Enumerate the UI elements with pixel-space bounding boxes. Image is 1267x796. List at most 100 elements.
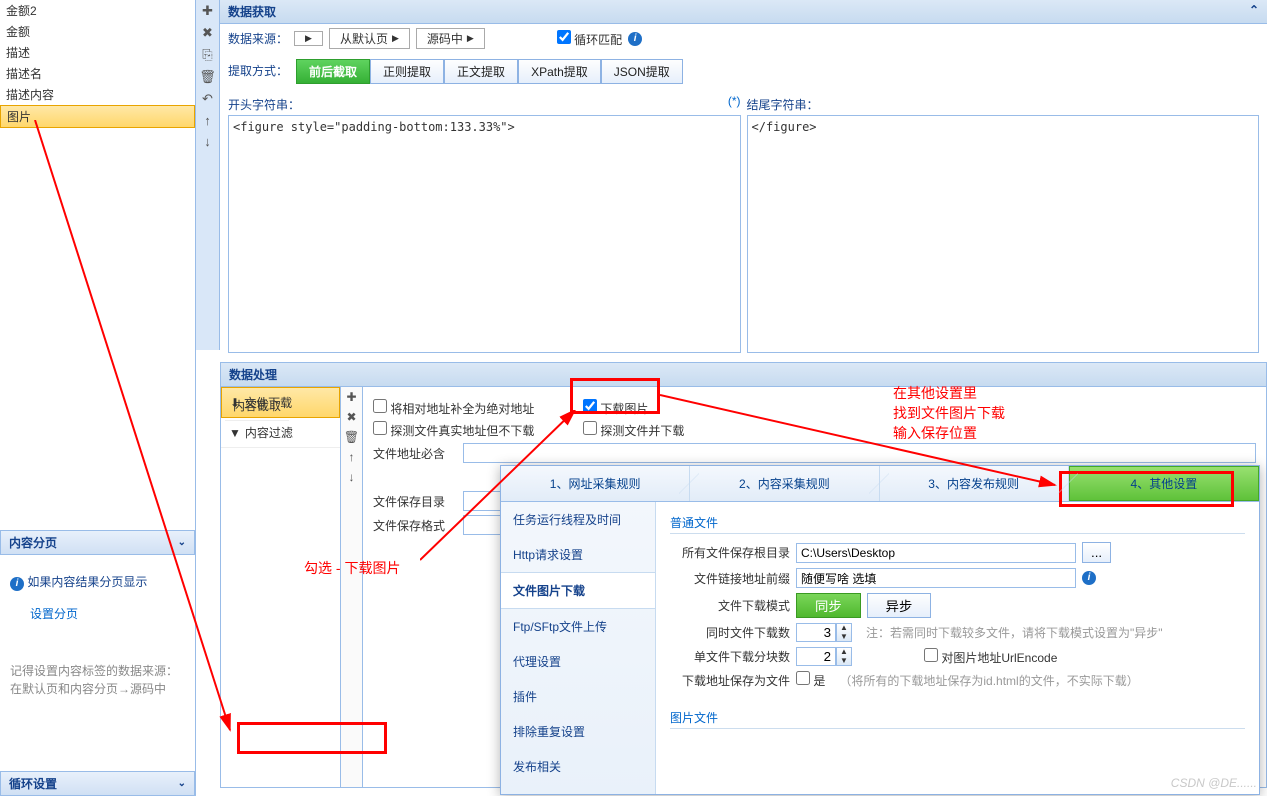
step-1[interactable]: 1、网址采集规则 [501,466,690,501]
info-icon: i [10,577,24,591]
annotation-check-download: 勾选 - 下载图片 [304,558,400,578]
field-item[interactable]: 金额 [0,21,195,42]
data-extract-title: 数据获取 [228,3,276,20]
tab-regex[interactable]: 正则提取 [370,59,444,84]
concurrent-label: 同时文件下载数 [670,624,790,641]
dialog-main: 普通文件 所有文件保存根目录 ... 文件链接地址前缀 i 文件下载模式 同步 … [656,502,1259,794]
extract-editors: 开头字符串： (*) <figure style="padding-bottom:… [220,88,1267,362]
browse-button[interactable]: ... [1082,542,1111,563]
async-button[interactable]: 异步 [867,593,932,618]
down-icon[interactable]: ↓ [196,131,219,152]
down-icon[interactable]: ↓ [341,467,362,487]
delete-icon[interactable]: ✖ [341,407,362,427]
step-2[interactable]: 2、内容采集规则 [690,466,879,501]
undo-icon[interactable]: ↶ [196,88,219,110]
side-http[interactable]: Http请求设置 [501,537,655,572]
loop-settings-title: 循环设置 [9,775,57,792]
side-plugin[interactable]: 插件 [501,679,655,714]
end-label: 结尾字符串： [747,94,1260,115]
source-crumb-2[interactable]: 源码中 ▶ [416,28,485,49]
process-list: 内容截取 ⬇文件下载 ▼内容过滤 .proc-list .proc-item:f… [221,387,341,787]
side-file-download[interactable]: 文件图片下载 [501,572,655,609]
left-panel: 金额2 金额 描述 描述名 描述内容 图片 内容分页 ⌄ i 如果内容结果分页显… [0,0,196,796]
source-label: 数据来源： [228,30,288,47]
start-col: 开头字符串： (*) <figure style="padding-bottom:… [228,94,741,356]
tab-xpath[interactable]: XPath提取 [518,59,601,84]
side-proxy[interactable]: 代理设置 [501,644,655,679]
step-3[interactable]: 3、内容发布规则 [880,466,1069,501]
group-image-file: 图片文件 [670,707,1245,729]
tab-before-after[interactable]: 前后截取 [296,59,370,84]
extract-tabs: 前后截取 正则提取 正文提取 XPath提取 JSON提取 [296,59,683,84]
start-label: 开头字符串： [228,94,300,115]
info-icon[interactable]: i [1082,571,1096,585]
cb-abs-addr[interactable]: 将相对地址补全为绝对地址 [373,399,573,417]
trash-icon[interactable]: 🗑 [341,427,362,447]
loop-match-checkbox[interactable]: 循环匹配 [557,30,622,48]
step-4-active[interactable]: 4、其他设置 [1069,466,1259,501]
addr-contain-input[interactable] [463,443,1256,463]
link-prefix-input[interactable] [796,568,1076,588]
up-icon[interactable]: ↑ [196,110,219,131]
cb-detect-dl[interactable]: 探测文件并下载 [583,421,684,439]
save-as-file-checkbox[interactable]: 是 [796,671,825,689]
copy-icon[interactable]: ⎘ [196,44,219,66]
loop-settings: 循环设置 ⌄ [0,771,195,796]
tab-body[interactable]: 正文提取 [444,59,518,84]
concurrent-spinner[interactable]: ▲▼ [796,623,852,642]
side-ftp[interactable]: Ftp/SFtp文件上传 [501,609,655,644]
field-item[interactable]: 金额2 [0,0,195,21]
info-icon[interactable]: i [628,32,642,46]
up-icon[interactable]: ↑ [341,447,362,467]
urlencode-checkbox[interactable]: 对图片地址UrlEncode [924,648,1057,666]
star-link[interactable]: (*) [728,94,741,115]
save-root-input[interactable] [796,543,1076,563]
end-string-input[interactable]: </figure> [747,115,1260,353]
settings-dialog: 1、网址采集规则 2、内容采集规则 3、内容发布规则 4、其他设置 任务运行线程… [500,465,1260,795]
spin-down-icon[interactable]: ▼ [837,657,851,666]
add-icon[interactable]: ✚ [341,387,362,407]
side-dedup[interactable]: 排除重复设置 [501,714,655,749]
loop-settings-header[interactable]: 循环设置 ⌄ [0,771,195,796]
cb-download-image[interactable]: 下载图片 [583,399,648,417]
sync-button[interactable]: 同步 [796,593,861,618]
set-pagination-link[interactable]: 设置分页 [30,605,78,622]
field-item-selected[interactable]: 图片 [0,105,195,128]
proc-item-content-cut-top[interactable]: 内容截取 [225,391,289,421]
chunks-spinner[interactable]: ▲▼ [796,647,852,666]
source-crumb-1[interactable]: 从默认页 ▶ [329,28,410,49]
extract-method-row: 提取方式： 前后截取 正则提取 正文提取 XPath提取 JSON提取 [220,53,1267,88]
data-source-row: 数据来源： ▶ 从默认页 ▶ 源码中 ▶ 循环匹配 i [220,24,1267,53]
chunks-input[interactable] [796,647,836,666]
delete-icon[interactable]: ✖ [196,22,219,44]
dialog-sidebar: 任务运行线程及时间 Http请求设置 文件图片下载 Ftp/SFtp文件上传 代… [501,502,656,794]
trash-icon[interactable]: 🗑 [196,66,219,88]
start-string-input[interactable]: <figure style="padding-bottom:133.33%"> [228,115,741,353]
tri-icon: ▶ [392,33,399,44]
field-list: 金额2 金额 描述 描述名 描述内容 图片 [0,0,195,128]
spin-down-icon[interactable]: ▼ [837,633,851,642]
collapse-icon[interactable]: ⌄ [178,537,186,548]
content-pagination-header[interactable]: 内容分页 ⌄ [0,530,195,555]
dialog-body: 任务运行线程及时间 Http请求设置 文件图片下载 Ftp/SFtp文件上传 代… [501,502,1259,794]
add-icon[interactable]: ✚ [196,0,219,22]
cb-detect-nodl[interactable]: 探测文件真实地址但不下载 [373,421,573,439]
tri-icon: ▶ [305,33,312,44]
collapse-icon[interactable]: ⌃ [1249,3,1259,20]
concurrent-note: 注：若需同时下载较多文件，请将下载模式设置为"异步" [866,624,1163,641]
annotation-other-settings: 在其他设置里 找到文件图片下载 输入保存位置 [893,383,1005,443]
concurrent-input[interactable] [796,623,836,642]
collapse-icon[interactable]: ⌄ [178,778,186,789]
pagination-hint: 记得设置内容标签的数据来源： 在默认页和内容分页→源码中 [10,662,185,698]
side-thread-time[interactable]: 任务运行线程及时间 [501,502,655,537]
tab-json[interactable]: JSON提取 [601,59,683,84]
side-publish[interactable]: 发布相关 [501,749,655,784]
proc-item-content-filter[interactable]: ▼内容过滤 [221,418,340,448]
vertical-toolbar: ✚ ✖ ⎘ 🗑 ↶ ↑ ↓ [196,0,220,350]
field-item[interactable]: 描述 [0,42,195,63]
extract-label: 提取方式： [228,62,288,79]
field-item[interactable]: 描述名 [0,63,195,84]
source-crumb-root[interactable]: ▶ [294,31,323,46]
save-as-file-note: （将所有的下载地址保存为id.html的文件，不实际下载） [839,672,1138,689]
field-item[interactable]: 描述内容 [0,84,195,105]
